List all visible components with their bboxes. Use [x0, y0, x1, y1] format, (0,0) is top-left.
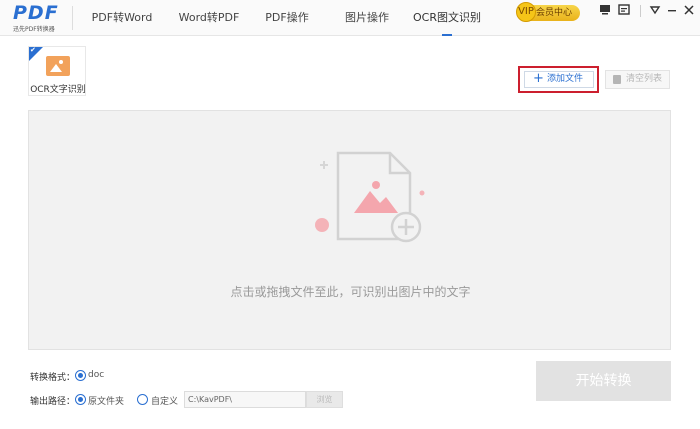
trash-icon	[613, 75, 621, 84]
top-bar: PDF 迅先PDF转换器 PDF转Word Word转PDF PDF操作 图片操…	[0, 0, 700, 36]
drop-area-hint: 点击或拖拽文件至此，可识别出图片中的文字	[230, 285, 471, 299]
tab-image-operations[interactable]: 图片操作	[340, 0, 394, 36]
tab-pdf-operations[interactable]: PDF操作	[259, 0, 315, 36]
vip-center-button[interactable]: VIP 会员中心	[516, 2, 580, 22]
logo-subtitle: 迅先PDF转换器	[13, 26, 55, 33]
plus-icon: +	[533, 71, 544, 86]
output-custom-radio[interactable]	[137, 394, 148, 405]
tab-pdf-to-word[interactable]: PDF转Word	[88, 0, 156, 36]
image-text-icon	[46, 56, 70, 76]
dropdown-icon[interactable]	[648, 4, 662, 18]
minimize-icon[interactable]	[665, 4, 679, 18]
add-file-button[interactable]: + 添加文件	[524, 71, 594, 88]
ocr-tool-label: OCR文字识别	[30, 85, 86, 95]
tab-word-to-pdf[interactable]: Word转PDF	[170, 0, 248, 36]
format-doc-radio[interactable]	[75, 370, 86, 381]
logo-text: PDF	[13, 2, 59, 24]
window-controls-divider	[640, 5, 641, 17]
format-label: 转换格式：	[30, 373, 76, 383]
add-image-file-icon	[315, 151, 425, 243]
close-icon[interactable]	[682, 4, 696, 18]
check-icon: ✔	[30, 46, 36, 54]
vip-crown-icon: VIP	[516, 2, 536, 22]
logo-divider	[72, 6, 73, 30]
message-icon[interactable]	[617, 4, 631, 18]
clear-list-button[interactable]: 清空列表	[605, 70, 670, 89]
output-path-input[interactable]: C:\KavPDF\	[184, 391, 306, 408]
output-custom-label: 自定义	[151, 397, 179, 407]
tab-ocr[interactable]: OCR图文识别	[412, 0, 482, 36]
monitor-icon[interactable]	[598, 4, 612, 18]
vip-center-label: 会员中心	[536, 8, 573, 18]
output-original-label: 原文件夹	[88, 397, 125, 407]
browse-button[interactable]: 浏览	[306, 391, 343, 408]
ocr-tool-card[interactable]: ✔ OCR文字识别	[28, 46, 86, 96]
format-doc-label: doc	[88, 370, 105, 380]
clear-list-label: 清空列表	[626, 74, 663, 84]
file-drop-area[interactable]: 点击或拖拽文件至此，可识别出图片中的文字	[28, 110, 671, 350]
add-file-label: 添加文件	[547, 74, 584, 84]
add-file-highlight: + 添加文件	[518, 66, 599, 93]
output-original-radio[interactable]	[75, 394, 86, 405]
app-logo: PDF 迅先PDF转换器	[0, 0, 72, 36]
output-path-label: 输出路径：	[30, 397, 76, 407]
start-convert-button[interactable]: 开始转换	[536, 361, 671, 401]
